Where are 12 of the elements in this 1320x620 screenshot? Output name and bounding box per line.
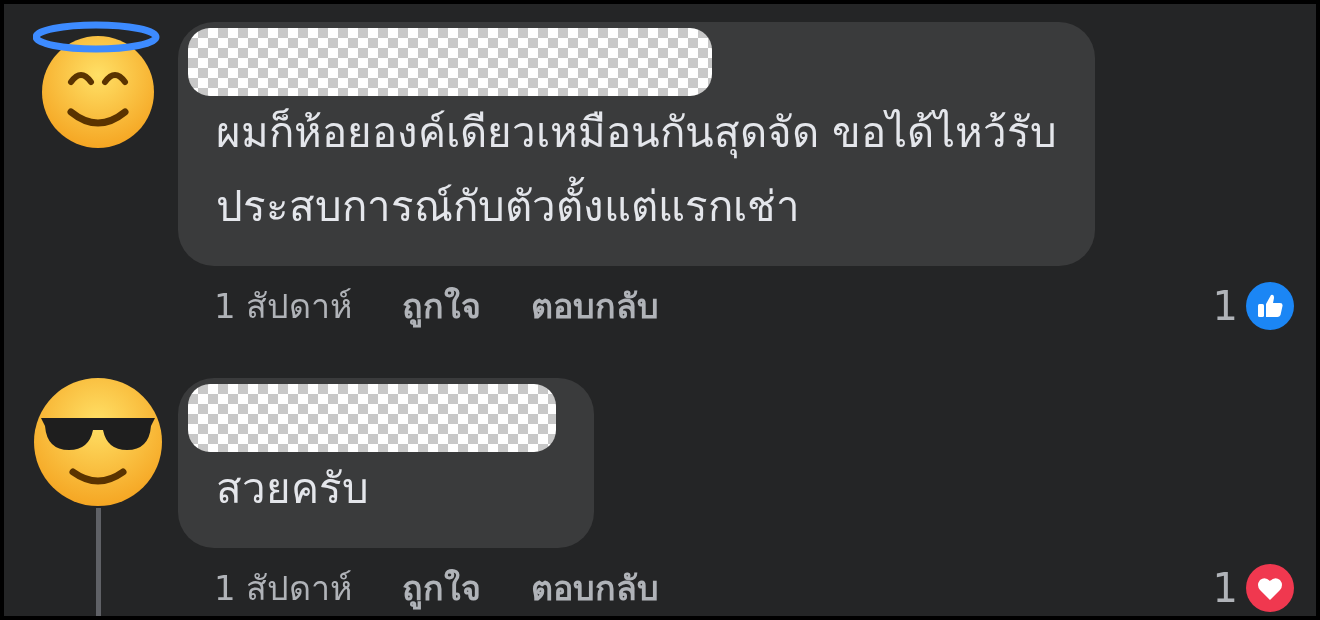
- comment-time: 1 สัปดาห์: [214, 285, 353, 328]
- smiling-face-with-sunglasses-icon: [33, 376, 163, 506]
- reply-link[interactable]: ตอบกลับ: [531, 561, 660, 615]
- like-link[interactable]: ถูกใจ: [402, 561, 482, 615]
- thumbs-up-icon: [1246, 282, 1294, 330]
- reply-link[interactable]: ตอบกลับ: [531, 279, 660, 333]
- comment-time: 1 สัปดาห์: [214, 567, 353, 610]
- reaction-count: 1: [1212, 283, 1238, 329]
- comment-text: ผมก็ห้อยองค์เดียวเหมือนกันสุดจัด ขอได้ไหว้รับ ประสบการณ์กับตัวตั้งแต่แรกเช่า: [215, 107, 1058, 233]
- like-link[interactable]: ถูกใจ: [402, 279, 482, 333]
- comment-text: สวยครับ: [215, 463, 370, 515]
- reaction-count: 1: [1212, 565, 1238, 611]
